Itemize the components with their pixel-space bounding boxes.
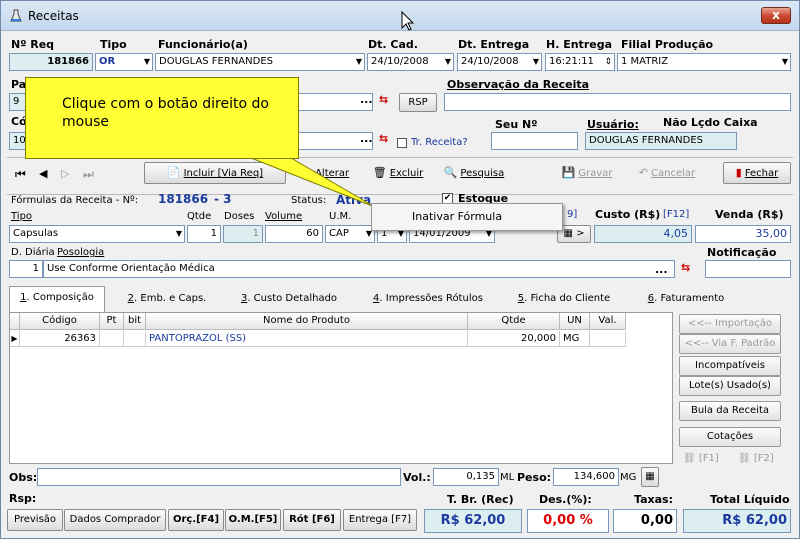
tooltip-text: Clique com o botão direito do mouse xyxy=(62,96,269,130)
receitas-window: Receitas x Nº Req 181866 Tipo OR Funcion… xyxy=(0,0,800,539)
help-tooltip: Clique com o botão direito do mouse xyxy=(25,77,299,159)
inativar-formula-menu-item[interactable]: Inativar Fórmula xyxy=(412,210,502,223)
context-menu: Inativar Fórmula xyxy=(371,203,563,231)
